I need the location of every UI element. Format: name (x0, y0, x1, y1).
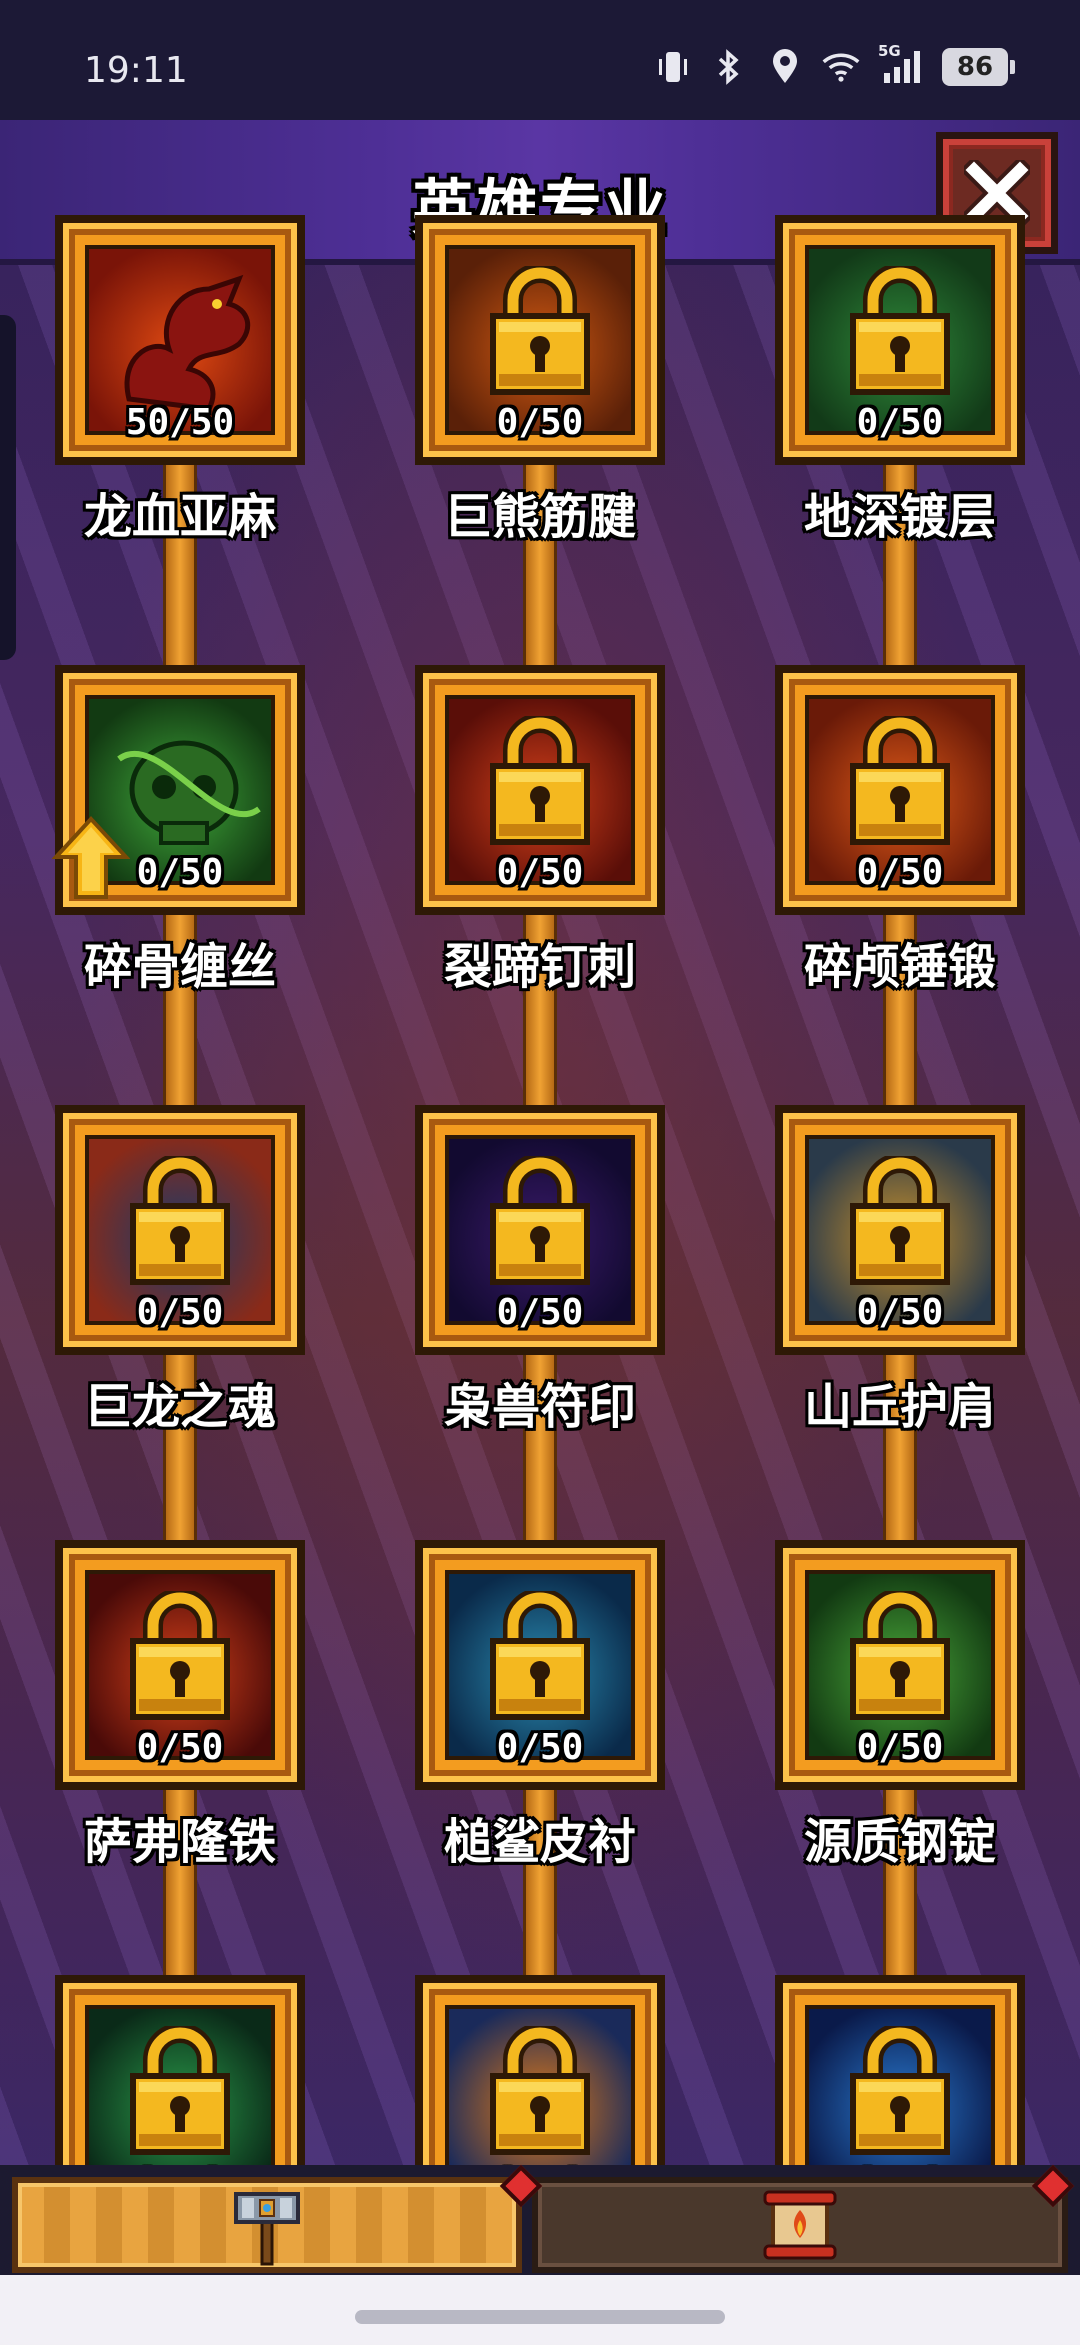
skill-frame: 0/50 (415, 1540, 665, 1790)
skill-name: 槌鲨皮衬 (443, 1814, 636, 1870)
skill-name: 龙血亚麻 (83, 489, 276, 545)
skill-card[interactable]: 0/50 (55, 1975, 305, 2165)
skill-card[interactable]: 0/50 巨熊筋腱 (415, 215, 665, 545)
bottom-tab-bar (0, 2164, 1080, 2275)
skill-name: 地深镀层 (803, 489, 996, 545)
scroll-tab[interactable] (532, 2177, 1068, 2273)
skill-progress: 0/50 (496, 1292, 584, 1333)
skill-card[interactable]: 0/50 (415, 1975, 665, 2165)
skill-progress: 0/50 (496, 402, 584, 443)
battery-icon: 86 (942, 48, 1015, 86)
lock-icon (490, 1155, 590, 1285)
skill-progress: 0/50 (136, 1292, 224, 1333)
skill-card[interactable]: 0/50 源质钢锭 (775, 1540, 1025, 1870)
hammer-icon (234, 2192, 300, 2266)
lock-icon (490, 715, 590, 845)
status-icons: 5G 86 (654, 42, 1015, 86)
lock-icon (850, 715, 950, 845)
lock-icon (130, 1590, 230, 1720)
lock-icon (850, 265, 950, 395)
status-time: 19:11 (84, 50, 188, 91)
skill-progress: 0/50 (496, 852, 584, 893)
lock-icon (850, 1590, 950, 1720)
skill-frame: 0/50 (55, 1540, 305, 1790)
skill-card[interactable]: 0/50 (775, 1975, 1025, 2165)
signal-icon: 5G (878, 42, 924, 86)
lock-icon (130, 2025, 230, 2155)
skill-frame: 0/50 (775, 1975, 1025, 2165)
skill-name: 碎颅锤锻 (803, 939, 996, 995)
bluetooth-icon (710, 48, 748, 86)
home-indicator[interactable] (355, 2310, 725, 2324)
lock-icon (490, 2025, 590, 2155)
skill-card[interactable]: 0/50 碎颅锤锻 (775, 665, 1025, 995)
skill-frame: 50/50 (55, 215, 305, 465)
skill-card[interactable]: 0/50 槌鲨皮衬 (415, 1540, 665, 1870)
skill-progress: 0/50 (856, 402, 944, 443)
skill-name: 山丘护肩 (803, 1379, 996, 1435)
skill-name: 萨弗隆铁 (83, 1814, 276, 1870)
skill-frame: 0/50 (415, 665, 665, 915)
skill-progress: 0/50 (496, 1727, 584, 1768)
skill-frame: 0/50 (415, 1975, 665, 2165)
lock-icon (490, 265, 590, 395)
skill-frame: 0/50 (55, 1975, 305, 2165)
skill-frame: 0/50 (775, 1105, 1025, 1355)
skill-frame: 0/50 (415, 1105, 665, 1355)
skill-progress: 0/50 (136, 1727, 224, 1768)
scroll-icon (763, 2190, 837, 2260)
wifi-icon (822, 48, 860, 86)
skill-name: 裂蹄钉刺 (443, 939, 636, 995)
edge-handle (0, 315, 16, 660)
vibrate-icon (654, 48, 692, 86)
skill-progress: 0/50 (856, 1727, 944, 1768)
lock-icon (130, 1155, 230, 1285)
skill-frame: 0/50 (775, 215, 1025, 465)
forge-tab[interactable] (12, 2177, 522, 2273)
skill-name: 源质钢锭 (803, 1814, 996, 1870)
status-bar: 19:11 5G 86 (0, 0, 1080, 120)
skill-frame: 0/50 (55, 1105, 305, 1355)
skill-card[interactable]: 0/50 地深镀层 (775, 215, 1025, 545)
skill-progress: 50/50 (125, 402, 235, 443)
network-label: 5G (878, 42, 901, 60)
lock-icon (850, 2025, 950, 2155)
skill-card[interactable]: 0/50 巨龙之魂 (55, 1105, 305, 1435)
skill-name: 巨龙之魂 (83, 1379, 276, 1435)
skill-name: 枭兽符印 (443, 1379, 636, 1435)
skill-card[interactable]: 0/50 枭兽符印 (415, 1105, 665, 1435)
lock-icon (490, 1590, 590, 1720)
lock-icon (850, 1155, 950, 1285)
skill-name: 碎骨缠丝 (83, 939, 276, 995)
upgrade-arrow-icon (52, 816, 130, 899)
skill-card[interactable]: 50/50 龙血亚麻 (55, 215, 305, 545)
skill-card[interactable]: 0/50 裂蹄钉刺 (415, 665, 665, 995)
skill-progress: 0/50 (856, 852, 944, 893)
skill-card[interactable]: 0/50 萨弗隆铁 (55, 1540, 305, 1870)
skill-card[interactable]: 0/50 山丘护肩 (775, 1105, 1025, 1435)
skill-name: 巨熊筋腱 (443, 489, 636, 545)
skill-frame: 0/50 (415, 215, 665, 465)
skill-progress: 0/50 (856, 1292, 944, 1333)
skill-frame: 0/50 (775, 1540, 1025, 1790)
location-icon (766, 48, 804, 86)
skill-frame: 0/50 (775, 665, 1025, 915)
